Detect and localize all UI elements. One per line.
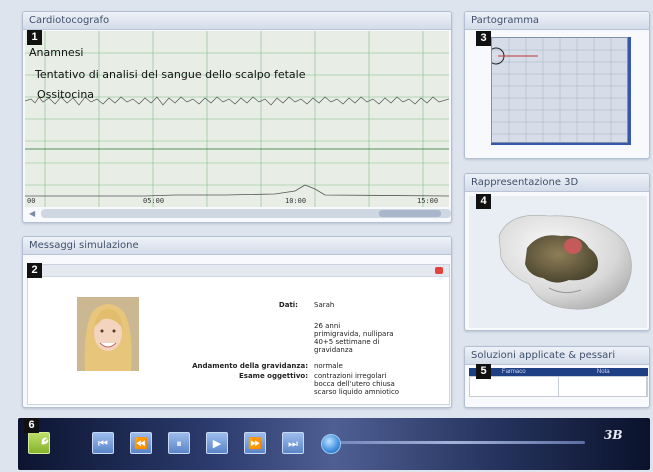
section-badge-2: 2 xyxy=(27,263,42,278)
patient-data-value: Sarah xyxy=(314,301,335,309)
patient-photo xyxy=(77,297,139,371)
rewind-button[interactable]: ⏪ xyxy=(130,432,152,454)
rewind-icon: ⏪ xyxy=(134,437,148,450)
exam-value: contrazioni irregolari xyxy=(314,372,387,380)
view3d-title: Rappresentazione 3D xyxy=(465,174,649,192)
ctg-grid-svg xyxy=(25,31,449,207)
ctg-time-label: 15:00 xyxy=(417,197,439,205)
table-cell xyxy=(470,377,559,396)
view3d-panel: Rappresentazione 3D xyxy=(464,173,650,331)
playback-toolbar: ⏮ ⏪ ⏸ ▶ ⏩ ⏭ 3B xyxy=(18,418,650,470)
solutions-column-header[interactable]: Nota xyxy=(559,368,649,376)
section-badge-6: 6 xyxy=(24,418,39,433)
speed-slider-track[interactable] xyxy=(323,441,585,444)
section-badge-5: 5 xyxy=(476,364,491,379)
patient-data-label: Dati: xyxy=(278,301,298,309)
skip-end-icon: ⏭ xyxy=(288,437,298,450)
solutions-table-header: Farmaco Nota xyxy=(469,368,648,376)
solutions-table-body xyxy=(469,376,648,397)
partogram-svg xyxy=(487,38,629,144)
section-badge-4: 4 xyxy=(476,194,491,209)
skip-start-button[interactable]: ⏮ xyxy=(92,432,114,454)
uterus-3d-view[interactable] xyxy=(469,196,647,328)
ctg-scroll-thumb[interactable] xyxy=(379,210,441,217)
ctg-annotation-oxytocin[interactable]: Ossitocina xyxy=(37,88,94,101)
ctg-panel-title: Cardiotocografo xyxy=(23,12,451,30)
skip-start-icon: ⏮ xyxy=(98,437,108,450)
patient-data-value: gravidanza xyxy=(314,346,353,354)
partogram-axis-bottom xyxy=(491,143,631,145)
ctg-time-label: 05:00 xyxy=(143,197,165,205)
uterine-trace xyxy=(25,184,449,197)
fast-forward-icon: ⏩ xyxy=(248,437,262,450)
exam-value: bocca dell'utero chiusa xyxy=(314,380,395,388)
patient-photo-svg xyxy=(77,297,139,371)
ctg-annotation-scalp-analysis[interactable]: Tentativo di analisi del sangue dello sc… xyxy=(35,68,306,81)
messages-panel: Messaggi simulazione Dati: Sarah 26 anni… xyxy=(22,236,452,408)
pregnancy-course-value: normale xyxy=(314,362,343,370)
patient-data-value: 40+5 settimane di xyxy=(314,338,380,346)
wrench-icon xyxy=(34,437,49,451)
ctg-graph: Anamnesi Tentativo di analisi del sangue… xyxy=(25,31,449,207)
pregnancy-course-label: Andamento della gravidanza: xyxy=(192,362,308,370)
play-icon: ▶ xyxy=(212,437,222,450)
solutions-panel: Soluzioni applicate & pessari Farmaco No… xyxy=(464,346,650,408)
skip-end-button[interactable]: ⏭ xyxy=(282,432,304,454)
play-button[interactable]: ▶ xyxy=(206,432,228,454)
settings-wrench-button[interactable] xyxy=(28,432,50,454)
message-window: Dati: Sarah 26 anni primigravida, nullip… xyxy=(27,264,450,405)
patient-data-value: primigravida, nullipara xyxy=(314,330,394,338)
exam-value: scarso liquido amniotico xyxy=(314,388,400,396)
partogram-title: Partogramma xyxy=(465,12,649,30)
pause-button[interactable]: ⏸ xyxy=(168,432,190,454)
table-cell xyxy=(559,377,647,396)
exam-label: Esame oggettivo: xyxy=(239,372,308,380)
partogram-axis-right xyxy=(628,37,631,143)
ctg-panel: Cardiotocografo Anamnesi Tentativo di an… xyxy=(22,11,452,223)
ctg-scrollbar[interactable]: ◀ ▶ xyxy=(29,209,451,218)
fast-forward-button[interactable]: ⏩ xyxy=(244,432,266,454)
ctg-time-label: 00 xyxy=(27,197,36,205)
section-badge-1: 1 xyxy=(27,30,42,45)
close-icon[interactable] xyxy=(435,267,443,274)
ctg-time-label: 10:00 xyxy=(285,197,307,205)
patient-data-value: 26 anni xyxy=(314,322,341,330)
ctg-annotation-anamnesi[interactable]: Anamnesi xyxy=(29,46,83,59)
section-badge-3: 3 xyxy=(476,31,491,46)
pause-icon: ⏸ xyxy=(176,437,182,450)
partogram-panel: Partogramma xyxy=(464,11,650,159)
partogram-chart[interactable] xyxy=(487,37,629,144)
brand-logo: 3B xyxy=(604,428,623,442)
messages-title: Messaggi simulazione xyxy=(23,237,451,255)
speed-slider-knob[interactable] xyxy=(321,434,341,454)
message-window-bar xyxy=(28,265,449,277)
uterus-3d-svg xyxy=(498,214,632,310)
solutions-title: Soluzioni applicate & pessari xyxy=(465,347,649,365)
scroll-left-icon[interactable]: ◀ xyxy=(29,209,35,218)
